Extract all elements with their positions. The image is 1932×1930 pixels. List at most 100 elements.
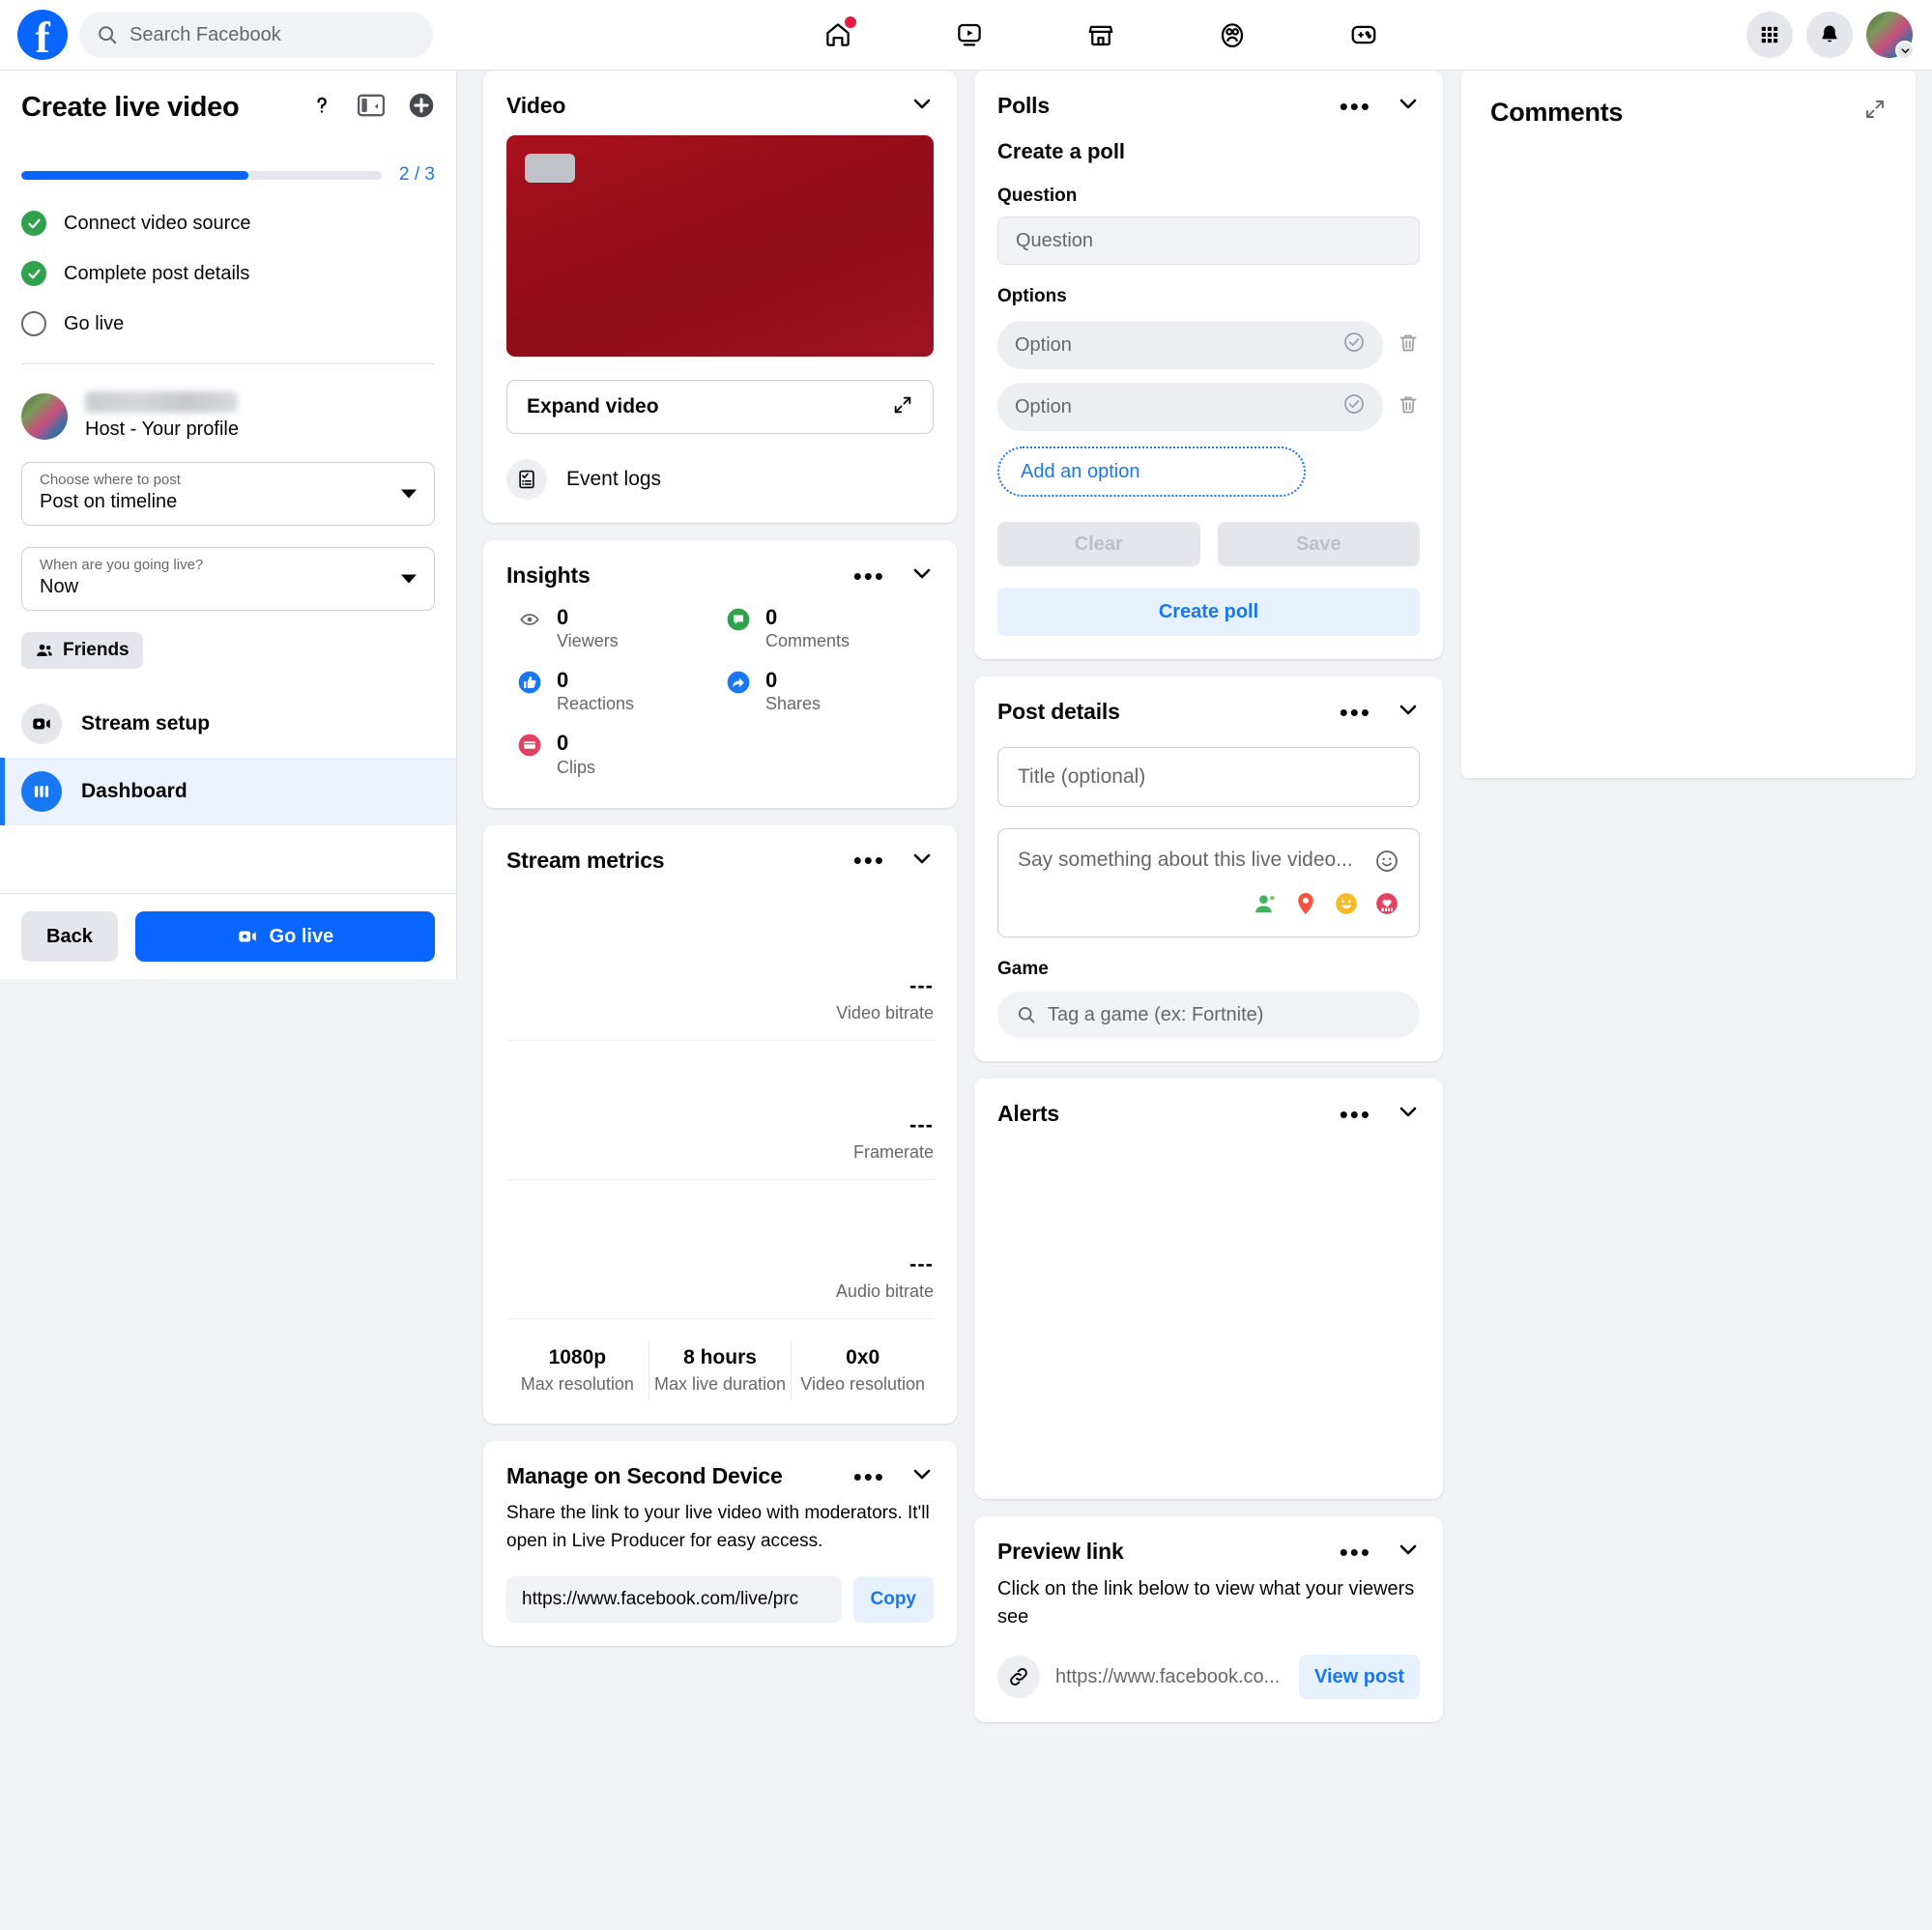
share-link-input[interactable]: https://www.facebook.com/live/prc: [506, 1576, 842, 1624]
alerts-card: Alerts •••: [974, 1079, 1443, 1499]
stat-label: Max live duration: [653, 1373, 787, 1394]
game-tag-input[interactable]: Tag a game (ex: Fortnite): [997, 992, 1420, 1038]
insight-label: Clips: [557, 757, 596, 777]
save-poll-button[interactable]: Save: [1217, 522, 1420, 566]
insight-value: 0: [557, 731, 569, 756]
poll-option-row: Option: [997, 321, 1420, 369]
back-button[interactable]: Back: [21, 911, 118, 962]
avatar[interactable]: [1866, 12, 1915, 60]
insight-clips: 0 Clips: [516, 725, 725, 784]
post-description-composer[interactable]: Say something about this live video...: [997, 828, 1420, 937]
trash-icon[interactable]: [1397, 393, 1420, 421]
stat-video-resolution: 0x0 Video resolution: [792, 1340, 934, 1401]
search-icon: [1019, 1007, 1035, 1023]
life-event-icon[interactable]: [1374, 891, 1399, 921]
step-complete-post-details[interactable]: Complete post details: [21, 261, 435, 286]
step-connect-video-source[interactable]: Connect video source: [21, 211, 435, 236]
nav-left-group: Search Facebook: [0, 10, 454, 65]
marketplace-icon[interactable]: [1081, 14, 1121, 55]
manage-second-device-description: Share the link to your live video with m…: [506, 1503, 930, 1551]
clear-poll-button[interactable]: Clear: [997, 522, 1200, 566]
alerts-more-options-icon[interactable]: •••: [1340, 1102, 1371, 1127]
groups-icon[interactable]: [1212, 14, 1253, 55]
gaming-icon[interactable]: [1343, 14, 1384, 55]
insight-value: 0: [765, 668, 778, 693]
chevron-down-icon[interactable]: [1397, 1100, 1420, 1128]
preview-link-card-title: Preview link: [997, 1539, 1124, 1564]
video-preview[interactable]: [506, 135, 934, 357]
poll-option-input[interactable]: Option: [997, 321, 1383, 369]
search-icon: [99, 26, 117, 44]
audience-selector-button[interactable]: Friends: [21, 632, 143, 669]
location-pin-icon[interactable]: [1293, 891, 1318, 921]
poll-question-input[interactable]: Question: [997, 216, 1420, 265]
chevron-down-icon: [1895, 41, 1915, 60]
host-row: Host - Your profile: [21, 391, 435, 441]
event-logs-button[interactable]: Event logs: [506, 459, 934, 500]
preview-link-more-options-icon[interactable]: •••: [1340, 1540, 1371, 1565]
expand-video-button[interactable]: Expand video: [506, 380, 934, 434]
step-go-live[interactable]: Go live: [21, 311, 435, 336]
polls-more-options-icon[interactable]: •••: [1340, 94, 1371, 119]
insights-more-options-icon[interactable]: •••: [853, 563, 885, 589]
chain-link-icon: [997, 1656, 1040, 1698]
sidebar-item-dashboard[interactable]: Dashboard: [0, 758, 456, 825]
smiley-icon[interactable]: [1374, 849, 1399, 879]
insights-card-title: Insights: [506, 562, 591, 588]
poll-option-input[interactable]: Option: [997, 383, 1383, 431]
facebook-logo-icon[interactable]: [17, 10, 68, 65]
game-placeholder: Tag a game (ex: Fortnite): [1048, 1003, 1264, 1025]
alerts-card-title: Alerts: [997, 1101, 1059, 1126]
feeling-icon[interactable]: [1334, 891, 1359, 921]
insight-label: Comments: [765, 631, 851, 651]
check-circle-icon[interactable]: [1342, 331, 1366, 360]
copy-link-button[interactable]: Copy: [852, 1576, 934, 1624]
go-live-button[interactable]: Go live: [134, 911, 435, 962]
question-mark-icon[interactable]: [309, 93, 334, 123]
manage-second-device-more-options-icon[interactable]: •••: [853, 1464, 885, 1489]
progress-label: 2 / 3: [399, 164, 435, 185]
nav-center-group: [454, 14, 1746, 55]
metric-video-bitrate: --- Video bitrate: [506, 902, 934, 1041]
insight-value: 0: [557, 605, 569, 629]
grid-menu-icon[interactable]: [1746, 12, 1793, 58]
home-icon[interactable]: [818, 14, 858, 55]
sidebar-item-stream-setup[interactable]: Stream setup: [0, 690, 456, 758]
collapse-arrows-icon[interactable]: [1863, 98, 1887, 126]
chevron-down-icon[interactable]: [910, 92, 934, 120]
where-to-post-select[interactable]: Choose where to post Post on timeline: [21, 462, 435, 526]
plus-circle-icon[interactable]: [408, 92, 435, 124]
trash-icon[interactable]: [1397, 331, 1420, 360]
stream-metrics-more-options-icon[interactable]: •••: [853, 848, 885, 873]
panel-layout-icon[interactable]: [357, 93, 386, 123]
insight-label: Shares: [765, 694, 822, 714]
view-post-button[interactable]: View post: [1299, 1655, 1420, 1699]
tag-people-icon[interactable]: [1253, 891, 1278, 921]
chevron-down-icon[interactable]: [1397, 698, 1420, 726]
chevron-down-icon[interactable]: [1397, 92, 1420, 120]
check-circle-icon[interactable]: [1342, 392, 1366, 421]
post-title-input[interactable]: Title (optional): [997, 747, 1420, 807]
chevron-down-icon[interactable]: [910, 1462, 934, 1490]
chevron-down-icon[interactable]: [910, 562, 934, 590]
preview-link-url[interactable]: https://www.facebook.co...: [1055, 1666, 1283, 1688]
insight-reactions: 0 Reactions: [516, 662, 725, 721]
add-option-button[interactable]: Add an option: [997, 446, 1306, 497]
nav-right-group: [1746, 12, 1932, 60]
when-going-live-select[interactable]: When are you going live? Now: [21, 547, 435, 611]
metric-label: Framerate: [852, 1142, 934, 1163]
comments-card-title: Comments: [1490, 98, 1624, 127]
clips-icon: [516, 732, 543, 759]
watch-video-icon[interactable]: [949, 14, 990, 55]
create-poll-button[interactable]: Create poll: [997, 588, 1420, 636]
post-details-more-options-icon[interactable]: •••: [1340, 700, 1371, 725]
chevron-down-icon[interactable]: [1397, 1538, 1420, 1566]
sidebar-item-label: Stream setup: [81, 712, 211, 735]
search-input[interactable]: Search Facebook: [79, 12, 433, 58]
polls-card-title: Polls: [997, 93, 1050, 118]
insight-value: 0: [765, 605, 778, 629]
progress-bar: [21, 170, 383, 180]
poll-options-label: Options: [997, 286, 1067, 306]
bell-icon[interactable]: [1806, 12, 1853, 58]
chevron-down-icon[interactable]: [910, 847, 934, 875]
